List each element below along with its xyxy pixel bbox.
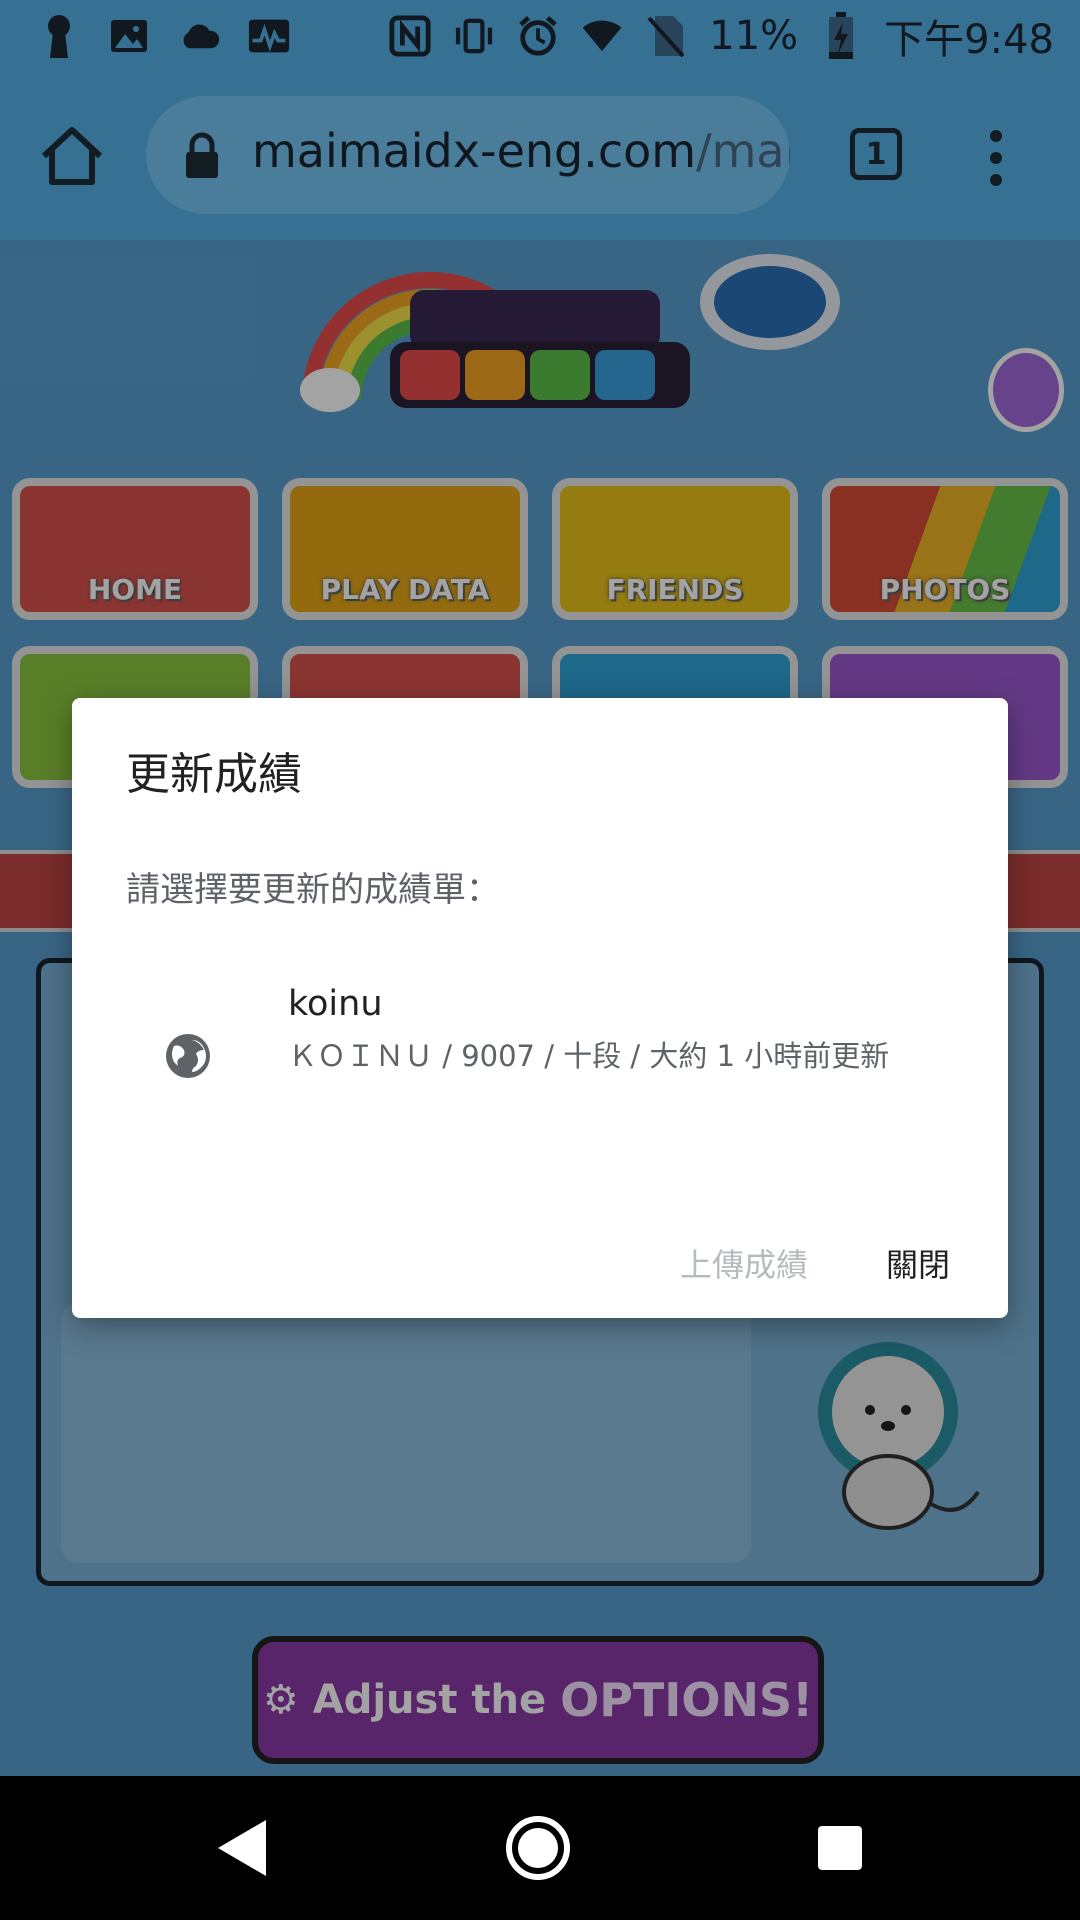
upload-scores-button[interactable]: 上傳成績	[680, 1240, 808, 1286]
dialog-message: 請選擇要更新的成績單：	[126, 870, 500, 910]
globe-icon	[166, 1034, 210, 1078]
scoresheet-subtitle: ＫＯＩＮＵ / 9007 / 十段 / 大約 1 小時前更新	[288, 1039, 890, 1073]
update-scores-dialog: 更新成績 請選擇要更新的成績單： koinu ＫＯＩＮＵ / 9007 / 十段…	[72, 698, 1008, 1318]
close-dialog-button[interactable]: 關閉	[886, 1240, 950, 1286]
home-nav-button[interactable]	[506, 1816, 570, 1880]
system-nav-bar	[0, 1776, 1080, 1920]
scoresheet-title: koinu	[288, 984, 383, 1024]
scoresheet-list-item[interactable]: koinu ＫＯＩＮＵ / 9007 / 十段 / 大約 1 小時前更新	[72, 984, 1008, 1144]
recent-apps-button[interactable]	[818, 1826, 862, 1870]
back-button[interactable]	[214, 1816, 270, 1880]
dialog-title: 更新成績	[126, 749, 302, 800]
